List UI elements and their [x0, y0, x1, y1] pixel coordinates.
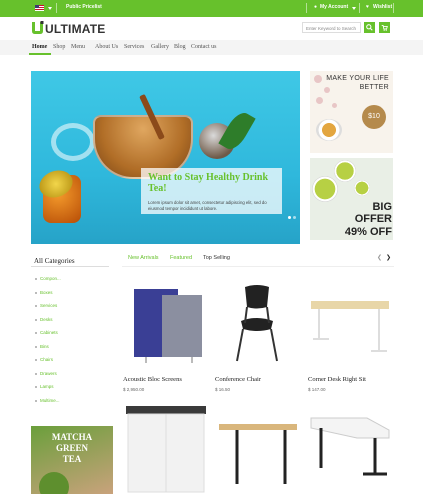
divider	[306, 3, 307, 13]
cart-icon	[381, 24, 388, 31]
chevron-right-icon[interactable]: ❯	[386, 254, 391, 261]
list-bullet-icon	[35, 386, 37, 388]
tab-top-selling[interactable]: Top Selling	[203, 255, 230, 261]
list-bullet-icon	[35, 291, 37, 294]
list-bullet-icon	[35, 305, 37, 307]
product-image[interactable]	[215, 404, 301, 494]
side-banner-text: MATCHA GREEN TEA	[31, 432, 113, 465]
hero-slider[interactable]	[31, 71, 300, 244]
product-image[interactable]	[122, 404, 208, 494]
category-item[interactable]: Boxes	[40, 290, 53, 295]
product-price: $ 16.50	[215, 387, 231, 392]
product-name[interactable]: Corner Desk Right Sit	[308, 376, 366, 383]
category-item[interactable]: Desks	[40, 317, 53, 322]
category-item[interactable]: Bins	[40, 344, 49, 349]
main-nav: Home Shop Menu About Us Services Gallery…	[0, 40, 423, 89]
matcha-side-banner[interactable]: MATCHA GREEN TEA	[31, 426, 113, 494]
matcha-bowl-image	[334, 160, 356, 182]
category-item[interactable]: Multime...	[40, 398, 60, 403]
product-price: $ 147.00	[308, 387, 326, 392]
product-image[interactable]	[307, 281, 393, 368]
brand-name[interactable]: ULTIMATE	[45, 22, 105, 36]
slide-title: Want to Stay Healthy Drink Tea!	[148, 172, 269, 194]
divider	[122, 266, 394, 267]
banner-price-badge: $10	[362, 105, 386, 129]
list-bullet-icon	[35, 278, 37, 280]
divider	[393, 3, 394, 13]
banner-offer-line3: 49% OFF	[344, 226, 392, 238]
category-item[interactable]: Services	[40, 303, 57, 308]
nav-contact-us[interactable]: Contact us	[191, 44, 217, 50]
product-image[interactable]	[307, 404, 393, 494]
cart-button[interactable]	[379, 22, 390, 33]
blossom-image	[332, 103, 337, 108]
promo-banner-top[interactable]: MAKE YOUR LIFE BETTER $10	[310, 71, 393, 153]
matcha-bowl-image	[39, 472, 69, 494]
product-image[interactable]	[122, 281, 206, 368]
list-bullet-icon	[35, 359, 37, 361]
search-button[interactable]	[364, 22, 375, 33]
category-item[interactable]: Compon...	[40, 276, 61, 281]
category-item[interactable]: Chairs	[40, 357, 53, 362]
category-item[interactable]: Cabinets	[40, 330, 58, 335]
slider-dot[interactable]	[288, 216, 291, 219]
leaf-image	[218, 108, 256, 154]
category-item[interactable]: Drawers	[40, 371, 57, 376]
nav-services[interactable]: Services	[124, 44, 144, 50]
active-nav-indicator	[29, 53, 51, 55]
promo-banner-bottom[interactable]: BIG OFFER 49% OFF	[310, 158, 393, 240]
account-icon[interactable]: ●	[314, 4, 317, 10]
list-bullet-icon	[35, 332, 37, 334]
slide-text: Lorem ipsum dolor sit amet, consectetur …	[148, 200, 267, 211]
blossom-image	[316, 97, 323, 104]
side-banner-line3: TEA	[62, 454, 82, 464]
slider-dot[interactable]	[293, 216, 296, 219]
category-item[interactable]: Lamps	[40, 384, 54, 389]
nav-home[interactable]: Home	[32, 44, 47, 50]
nav-shop[interactable]: Shop	[53, 44, 65, 50]
logo-icon[interactable]	[31, 21, 44, 35]
nav-gallery[interactable]: Gallery	[151, 44, 169, 50]
divider	[31, 266, 109, 267]
tea-cup-handle-image	[51, 123, 95, 161]
nav-menu[interactable]: Menu	[71, 44, 85, 50]
search-input[interactable]: Enter Keyword to Search	[302, 22, 361, 33]
teacup-image	[316, 119, 342, 141]
wishlist-link[interactable]: Wishlist	[373, 4, 392, 10]
product-name[interactable]: Conference Chair	[215, 376, 261, 383]
product-image[interactable]	[215, 281, 299, 368]
search-icon	[366, 24, 373, 31]
side-banner-line1: MATCHA	[51, 432, 93, 442]
top-bar: Public Pricelist ● My Account ♥ Wishlist	[0, 0, 423, 17]
pricelist-label[interactable]: Public Pricelist	[66, 4, 102, 10]
divider	[359, 3, 360, 13]
banner-offer-line1: BIG	[372, 201, 392, 213]
list-bullet-icon	[35, 399, 37, 402]
categories-title: All Categories	[34, 257, 75, 265]
heart-icon[interactable]: ♥	[366, 4, 369, 10]
chevron-down-icon[interactable]	[352, 7, 356, 10]
side-banner-line2: GREEN	[55, 443, 88, 453]
tab-featured[interactable]: Featured	[170, 255, 192, 261]
banner-title: MAKE YOUR LIFE BETTER	[326, 75, 389, 91]
list-bullet-icon	[35, 318, 37, 321]
product-name[interactable]: Acoustic Bloc Screens	[123, 376, 182, 383]
matcha-bowl-image	[354, 180, 370, 196]
list-bullet-icon	[35, 372, 37, 375]
my-account-link[interactable]: My Account	[320, 4, 348, 10]
chevron-left-icon[interactable]: ❮	[377, 254, 382, 261]
nav-about-us[interactable]: About Us	[95, 44, 118, 50]
matcha-bowl-image	[312, 176, 338, 202]
us-flag-icon[interactable]	[35, 5, 44, 11]
tab-new-arrivals[interactable]: New Arrivals	[128, 255, 159, 261]
chevron-down-icon[interactable]	[48, 7, 52, 10]
product-price: $ 2,950.00	[123, 387, 145, 392]
divider	[56, 3, 57, 13]
header: ULTIMATE Enter Keyword to Search	[0, 17, 423, 40]
banner-offer-line2: OFFER	[354, 213, 392, 225]
list-bullet-icon	[35, 345, 37, 348]
nav-blog[interactable]: Blog	[174, 44, 186, 50]
